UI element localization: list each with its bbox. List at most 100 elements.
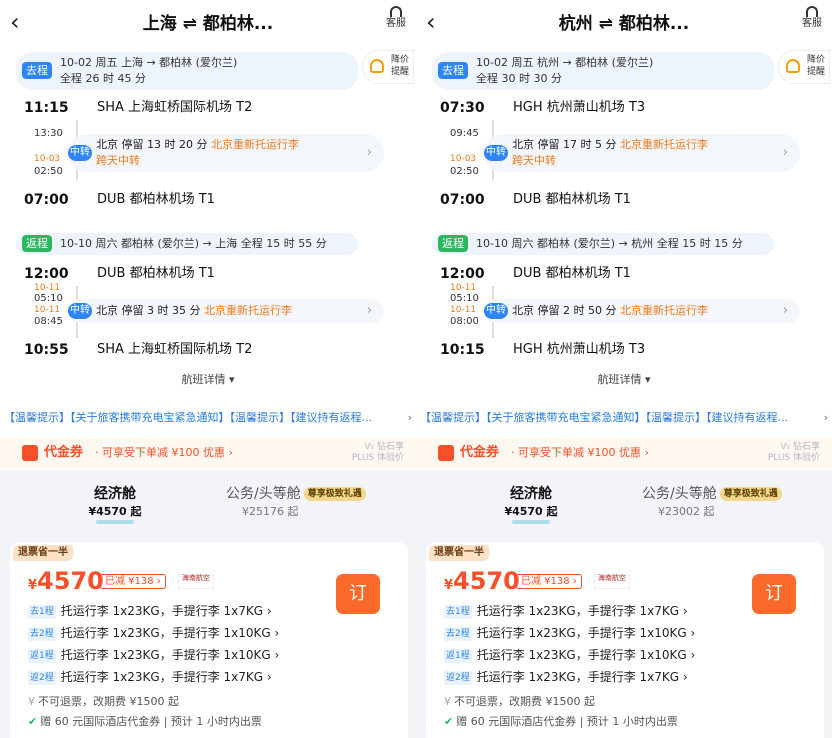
tab-economy[interactable]: 经济舱 ¥4570 起 (88, 484, 142, 524)
plus-line1: V₅ 钻石享 (364, 442, 404, 452)
transit-info: 北京 停留 13 时 20 分 (96, 138, 208, 151)
recheck-baggage-warning: 北京重新托运行李 (619, 138, 708, 151)
outbound-transit-box[interactable]: 中转 北京 停留 13 时 20 分 北京重新托运行李 跨天中转 › (68, 134, 384, 172)
transit-info: 北京 停留 3 时 35 分 (96, 304, 201, 317)
outbound-dep-airport: SHA 上海虹桥国际机场 T2 (97, 100, 253, 115)
vip-badge: 尊享极致礼遇 (719, 487, 782, 501)
inbound-transit-box[interactable]: 中转 北京 停留 2 时 50 分 北京重新托运行李 › (484, 299, 800, 323)
refund-tag: 退票省一半 (429, 545, 489, 561)
inbound-arr-time: 10:15 (440, 342, 485, 358)
tab-economy-label: 经济舱 (94, 486, 136, 502)
airline-logo: 海南航空 (178, 574, 214, 589)
price-alert-button[interactable]: 降价提醒 (362, 50, 414, 84)
airline-logo: 海南航空 (594, 574, 630, 589)
tab-business[interactable]: 公务/头等舱 尊享极致礼遇 ¥25176 起 (226, 484, 366, 520)
baggage-row[interactable]: 返1程 托运行李 1x23KG，手提行李 1x10KG › (28, 646, 279, 664)
page-title: 杭州 ⇌ 都柏林... (558, 14, 690, 34)
tab-economy[interactable]: 经济舱 ¥4570 起 (504, 484, 558, 524)
tab-business[interactable]: 公务/头等舱 尊享极致礼遇 ¥23002 起 (642, 484, 782, 520)
baggage-text: 托运行李 1x23KG，手提行李 1x7KG › (60, 670, 272, 684)
price-alert-label: 降价提醒 (807, 55, 826, 77)
customer-service-button[interactable]: 客服 (798, 6, 826, 30)
fare-card[interactable]: 退票省一半 ¥4570 已减 ¥138 › 海南航空 订 去1程 托运行李 1x2… (426, 542, 824, 738)
leg-tag: 返1程 (444, 649, 472, 663)
coupon-name: 代金券 (44, 445, 84, 460)
vip-badge: 尊享极致礼遇 (303, 487, 366, 501)
outbound-dep-time: 11:15 (24, 100, 69, 116)
coupon-banner[interactable]: 代金券 · 可享受下单减 ¥100 优惠 › V₅ 钻石享 PLUS 体验价 (0, 438, 416, 468)
header: ‹ 杭州 ⇌ 都柏林... 客服 (416, 0, 832, 48)
outbound-route: 10-02 周五 杭州 → 都柏林 (爱尔兰) (476, 56, 654, 69)
coupon-icon (22, 445, 38, 461)
outbound-transit-dep: 02:50 (34, 166, 63, 177)
outbound-arr-airport: DUB 都柏林机场 T1 (513, 192, 631, 207)
gift-rule: ✔ 赠 60 元国际酒店代金券 | 预计 1 小时内出票 (28, 714, 262, 730)
outbound-transit-dep: 02:50 (450, 166, 479, 177)
chevron-right-icon[interactable]: › (824, 410, 828, 426)
fare-price-value: 4570 (37, 567, 104, 595)
fare-price-value: 4570 (453, 567, 520, 595)
notice-marquee[interactable]: 【温馨提示】【关于旅客携带充电宝紧急通知】【温馨提示】【建议持有返程... (420, 410, 822, 426)
baggage-text: 托运行李 1x23KG，手提行李 1x10KG › (476, 626, 696, 640)
baggage-row[interactable]: 返2程 托运行李 1x23KG，手提行李 1x7KG › (28, 668, 272, 686)
coupon-banner[interactable]: 代金券 · 可享受下单减 ¥100 优惠 › V₅ 钻石享 PLUS 体验价 (416, 438, 832, 468)
discount-badge[interactable]: 已减 ¥138 › (100, 574, 166, 589)
coupon-desc: · 可享受下单减 ¥100 优惠 › (511, 446, 649, 459)
fare-price: ¥4570 (444, 567, 520, 595)
baggage-text: 托运行李 1x23KG，手提行李 1x7KG › (476, 604, 688, 618)
fare-card[interactable]: 退票省一半 ¥4570 已减 ¥138 › 海南航空 订 去1程 托运行李 1x2… (10, 542, 408, 738)
tab-business-label: 公务/头等舱 (642, 486, 717, 502)
inbound-dep-airport: DUB 都柏林机场 T1 (513, 266, 631, 281)
transit-badge: 中转 (68, 303, 92, 319)
book-button[interactable]: 订 (336, 574, 380, 614)
customer-service-label: 客服 (386, 18, 406, 29)
baggage-row[interactable]: 返2程 托运行李 1x23KG，手提行李 1x7KG › (444, 668, 688, 686)
overnight-transit: 跨天中转 (512, 154, 556, 167)
check-icon: ✔ (28, 715, 38, 728)
price-alert-button[interactable]: 降价提醒 (778, 50, 830, 84)
refund-tag: 退票省一半 (13, 545, 73, 561)
inbound-dep-time: 12:00 (440, 266, 485, 282)
notice-marquee[interactable]: 【温馨提示】【关于旅客携带充电宝紧急通知】【温馨提示】【建议持有返程... (4, 410, 406, 426)
header: ‹ 上海 ⇌ 都柏林... 客服 (0, 0, 416, 48)
chevron-right-icon: › (366, 145, 372, 160)
fare-price: ¥4570 (28, 567, 104, 595)
refund-rule-text: 不可退票，改期费 ¥1500 起 (38, 695, 179, 708)
outbound-badge: 去程 (438, 62, 468, 79)
comparison-screen: ‹ 上海 ⇌ 都柏林... 客服 去程 10-02 周五 上海 → 都柏林 (爱… (0, 0, 832, 738)
cabin-section: 经济舱 ¥4570 起 公务/头等舱 尊享极致礼遇 ¥25176 起 退票省一半 … (0, 470, 416, 738)
inbound-badge: 返程 (22, 235, 52, 252)
baggage-row[interactable]: 返1程 托运行李 1x23KG，手提行李 1x10KG › (444, 646, 695, 664)
baggage-row[interactable]: 去2程 托运行李 1x23KG，手提行李 1x10KG › (444, 624, 695, 642)
customer-service-button[interactable]: 客服 (382, 6, 410, 30)
inbound-route: 10-10 周六 都柏林 (爱尔兰) → 上海 全程 15 时 55 分 (60, 237, 327, 250)
tab-business-label: 公务/头等舱 (226, 486, 301, 502)
outbound-transit-box[interactable]: 中转 北京 停留 17 时 5 分 北京重新托运行李 跨天中转 › (484, 134, 800, 172)
baggage-row[interactable]: 去1程 托运行李 1x23KG，手提行李 1x7KG › (28, 602, 272, 620)
flight-details-toggle[interactable]: 航班详情 ▾ (416, 372, 832, 388)
transit-badge: 中转 (68, 145, 92, 161)
flight-details-toggle[interactable]: 航班详情 ▾ (0, 372, 416, 388)
recheck-baggage-warning: 北京重新托运行李 (210, 138, 299, 151)
inbound-badge: 返程 (438, 235, 468, 252)
chevron-right-icon[interactable]: › (408, 410, 412, 426)
discount-badge[interactable]: 已减 ¥138 › (516, 574, 582, 589)
book-button[interactable]: 订 (752, 574, 796, 614)
cabin-section: 经济舱 ¥4570 起 公务/头等舱 尊享极致礼遇 ¥23002 起 退票省一半 … (416, 470, 832, 738)
leg-tag: 去2程 (444, 627, 472, 641)
baggage-row[interactable]: 去2程 托运行李 1x23KG，手提行李 1x10KG › (28, 624, 279, 642)
tab-economy-price: ¥4570 起 (88, 505, 142, 518)
outbound-duration: 全程 26 时 45 分 (60, 72, 146, 85)
inbound-transit-arr: 05:10 (450, 293, 479, 304)
leg-tag: 返2程 (444, 671, 472, 685)
baggage-row[interactable]: 去1程 托运行李 1x23KG，手提行李 1x7KG › (444, 602, 688, 620)
inbound-arr-airport: SHA 上海虹桥国际机场 T2 (97, 342, 253, 357)
outbound-transit-date: 10-03 (450, 154, 477, 164)
plus-badge: V₅ 钻石享 PLUS 体验价 (352, 442, 404, 464)
transit-info: 北京 停留 17 时 5 分 (512, 138, 617, 151)
plus-badge: V₅ 钻石享 PLUS 体验价 (768, 442, 820, 464)
inbound-route: 10-10 周六 都柏林 (爱尔兰) → 杭州 全程 15 时 15 分 (476, 237, 743, 250)
leg-tag: 返2程 (28, 671, 56, 685)
outbound-summary: 去程 10-02 周五 杭州 → 都柏林 (爱尔兰) 全程 30 时 30 分 (432, 52, 774, 90)
inbound-transit-box[interactable]: 中转 北京 停留 3 时 35 分 北京重新托运行李 › (68, 299, 384, 323)
